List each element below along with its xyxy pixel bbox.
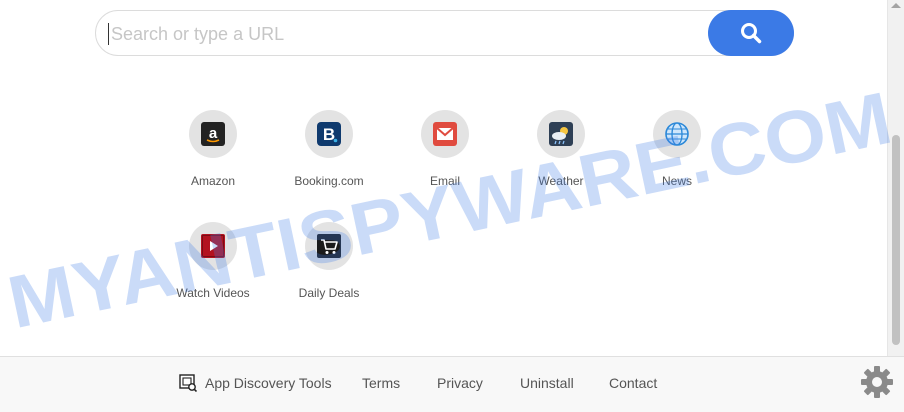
email-icon: [433, 122, 457, 146]
shopping-cart-icon: [317, 234, 341, 258]
svg-text:B: B: [323, 125, 335, 144]
tile-daily-deals[interactable]: Daily Deals: [271, 222, 387, 300]
tile-label: News: [661, 174, 692, 188]
search-input[interactable]: [108, 23, 703, 45]
tile-booking[interactable]: B Booking.com: [271, 110, 387, 188]
app-discovery-icon: [179, 374, 197, 392]
tile-label: Booking.com: [294, 174, 364, 188]
booking-icon: B: [317, 122, 341, 146]
tile-label: Watch Videos: [176, 286, 250, 300]
search-bar: [95, 10, 794, 56]
video-play-icon: [201, 234, 225, 258]
svg-text:a: a: [209, 125, 218, 142]
scroll-up-arrow-icon[interactable]: [891, 3, 901, 8]
globe-icon: [665, 122, 689, 146]
footer-link-contact[interactable]: Contact: [609, 375, 657, 391]
tile-weather[interactable]: Weather: [503, 110, 619, 188]
footer: App Discovery Tools Terms Privacy Uninst…: [0, 356, 904, 412]
weather-icon: [549, 122, 573, 146]
tile-watch-videos[interactable]: Watch Videos: [155, 222, 271, 300]
search-button[interactable]: [708, 10, 794, 56]
tile-label: Email: [429, 174, 460, 188]
amazon-icon: a: [201, 122, 225, 146]
search-icon: [741, 23, 762, 44]
tile-label: Weather: [538, 174, 584, 188]
watermark: MYANTISPYWARE.COM: [1, 76, 899, 344]
footer-link-uninstall[interactable]: Uninstall: [520, 375, 574, 391]
footer-link-terms[interactable]: Terms: [362, 375, 400, 391]
scrollbar-thumb[interactable]: [892, 135, 900, 345]
tile-amazon[interactable]: a Amazon: [155, 110, 271, 188]
tile-news[interactable]: News: [619, 110, 735, 188]
footer-link-app-discovery-tools[interactable]: App Discovery Tools: [205, 375, 332, 391]
tile-label: Amazon: [190, 174, 236, 188]
tile-label: Daily Deals: [298, 286, 360, 300]
tile-email[interactable]: Email: [387, 110, 503, 188]
gear-icon[interactable]: [860, 365, 894, 399]
vertical-scrollbar[interactable]: [887, 0, 904, 356]
footer-link-privacy[interactable]: Privacy: [437, 375, 483, 391]
